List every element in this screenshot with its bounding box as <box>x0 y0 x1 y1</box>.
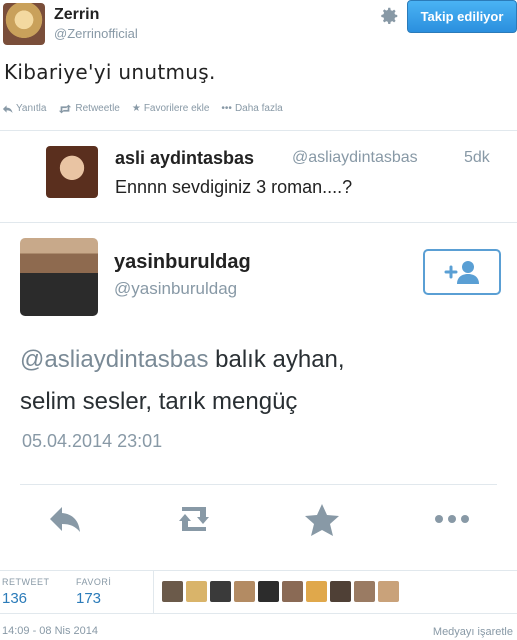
retweet-action[interactable]: Retweetle <box>58 103 120 114</box>
avatar[interactable] <box>210 581 231 602</box>
avatar[interactable] <box>186 581 207 602</box>
reply-handle[interactable]: @yasinburuldag <box>114 279 237 299</box>
reply-label: Yanıtla <box>16 103 47 114</box>
divider <box>153 571 154 613</box>
reply-actions <box>0 501 517 541</box>
more-label: Daha fazla <box>234 103 283 114</box>
reply-name[interactable]: yasinburuldag <box>114 251 251 274</box>
divider <box>0 130 517 131</box>
mention-link[interactable]: @asliaydintasbas <box>20 346 208 373</box>
quoted-tweet[interactable]: asli aydintasbas @asliaydintasbas 5dk En… <box>0 130 517 220</box>
retweet-label: Retweetle <box>75 103 120 114</box>
avatar[interactable] <box>162 581 183 602</box>
avatar[interactable] <box>378 581 399 602</box>
tweet-text: Kibariye'yi unutmuş. <box>4 60 216 84</box>
retweet-icon <box>59 104 72 113</box>
reply-text-part1: balık ayhan, <box>208 346 345 373</box>
tweet-timestamp[interactable]: 14:09 - 08 Nis 2014 <box>2 625 98 637</box>
avatar[interactable] <box>234 581 255 602</box>
avatar[interactable] <box>330 581 351 602</box>
favorite-label: Favorilere ekle <box>143 103 210 114</box>
quoted-name[interactable]: asli aydintasbas <box>115 148 254 169</box>
avatar[interactable] <box>306 581 327 602</box>
more-action[interactable]: ••• Daha fazla <box>221 103 282 114</box>
reply-datetime: 05.04.2014 23:01 <box>22 431 163 451</box>
favorite-count[interactable]: 173 <box>76 590 101 607</box>
tweet-actions: Yanıtla Retweetle ★ Favorilere ekle ••• … <box>2 103 283 114</box>
divider <box>20 484 497 485</box>
retweet-count[interactable]: 136 <box>2 590 27 607</box>
more-icon: ••• <box>221 103 232 114</box>
quoted-avatar[interactable] <box>46 146 98 198</box>
quoted-time[interactable]: 5dk <box>464 149 490 167</box>
follow-button[interactable] <box>423 249 501 295</box>
avatar[interactable] <box>258 581 279 602</box>
favoriters-avatars <box>162 581 399 602</box>
gear-icon[interactable] <box>378 5 400 27</box>
author-name[interactable]: Zerrin <box>54 6 99 24</box>
quoted-handle[interactable]: @asliaydintasbas <box>292 149 418 167</box>
reply-avatar[interactable] <box>20 238 98 316</box>
flag-media-link[interactable]: Medyayı işaretle <box>433 626 513 638</box>
retweet-icon[interactable] <box>174 501 214 537</box>
favorite-action[interactable]: ★ Favorilere ekle <box>132 103 210 114</box>
add-user-icon <box>444 261 479 284</box>
star-icon[interactable] <box>302 501 342 537</box>
more-icon[interactable] <box>432 501 472 537</box>
avatar[interactable] <box>354 581 375 602</box>
star-icon: ★ <box>131 103 141 114</box>
author-handle[interactable]: @Zerrinofficial <box>54 26 138 41</box>
reply-icon <box>2 104 13 113</box>
favorite-count-label: FAVORİ <box>76 577 112 587</box>
reply-text-part2: selim sesler, tarık mengüç <box>20 388 298 415</box>
tweet-stats: RETWEET 136 FAVORİ 173 <box>0 570 517 614</box>
reply-icon[interactable] <box>46 501 86 537</box>
author-avatar[interactable] <box>3 3 45 45</box>
tweet-header: Zerrin @Zerrinofficial Takip ediliyor <box>0 0 517 56</box>
reply-action[interactable]: Yanıtla <box>2 103 46 114</box>
retweet-count-label: RETWEET <box>2 577 50 587</box>
following-button[interactable]: Takip ediliyor <box>407 0 517 33</box>
quoted-text: Ennnn sevdiginiz 3 roman....? <box>115 177 353 197</box>
reply-tweet: yasinburuldag @yasinburuldag @asliaydint… <box>0 222 517 567</box>
reply-text: @asliaydintasbas balık ayhan, selim sesl… <box>20 339 490 423</box>
avatar[interactable] <box>282 581 303 602</box>
